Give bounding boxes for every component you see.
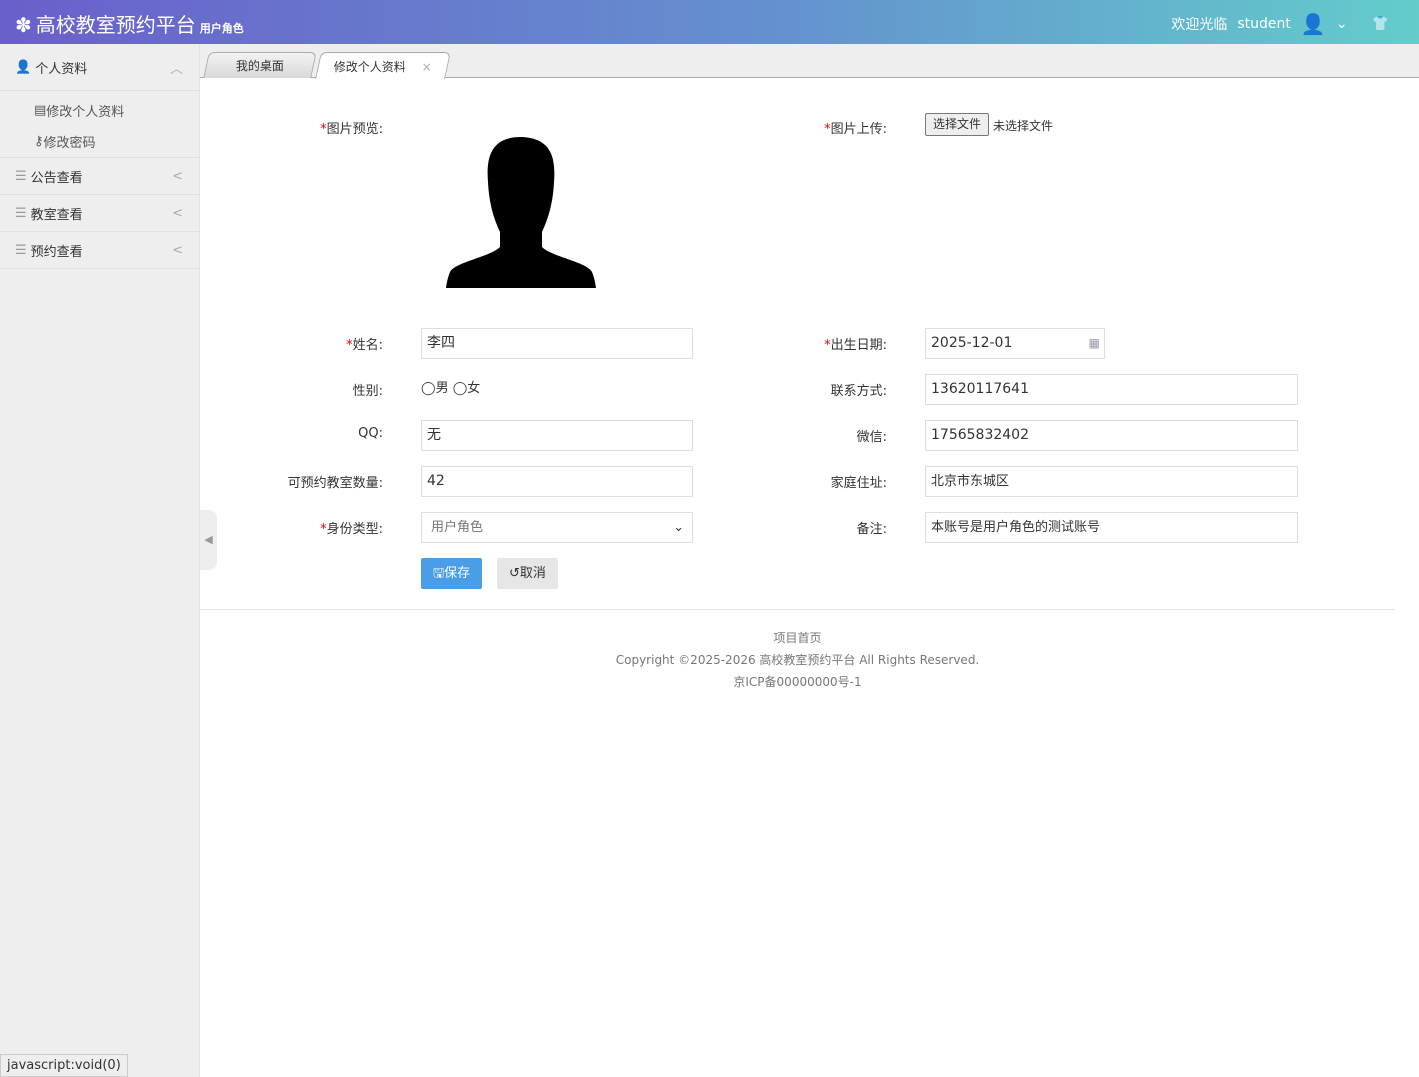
birth-label: *出生日期: [824,338,887,353]
shirt-icon[interactable]: 👕 [1372,16,1389,32]
wechat-label: 微信: [856,430,887,445]
sidebar: 👤 个人资料 ︿ ▤ 修改个人资料 ⚷ 修改密码 ☰ 公告查看 < ☰ 教室查看 < ☰ 预约查看… [0,44,200,1077]
edit-icon: ▤ [34,102,47,118]
gender-label: 性别: [352,384,383,399]
tab-desktop[interactable]: 我的桌面 [203,52,317,78]
tab-edit-profile[interactable]: 修改个人资料 × [315,52,451,79]
gear-icon: ✽ [15,13,32,37]
save-icon: 🖫 [433,566,445,581]
key-icon: ⚷ [34,134,44,149]
chevron-left-icon: < [172,205,183,221]
chevron-down-icon[interactable]: ⌄ [1336,16,1348,32]
count-label: 可预约教室数量: [287,476,383,491]
avatar-icon[interactable]: 👤 [1301,12,1326,36]
status-bar: javascript:void(0) [0,1054,128,1077]
male-radio[interactable]: ◯ [421,381,436,396]
address-input[interactable]: 北京市东城区 [925,466,1298,497]
avatar-placeholder [446,137,596,288]
address-label: 家庭住址: [830,476,887,491]
note-label: 备注: [856,522,887,537]
divider [200,609,1395,610]
menu-icon: ☰ [15,205,27,221]
name-input[interactable]: 李四 [421,328,693,359]
chevron-up-icon: ︿ [169,61,183,77]
top-bar: ✽ 高校教室预约平台 用户角色 欢迎光临 student 👤 ⌄ 👕 [0,0,1419,44]
wechat-input[interactable]: 17565832402 [925,420,1298,451]
save-button[interactable]: 🖫保存 [421,558,483,589]
username: student [1237,16,1291,32]
photo-label: *图片预览: [320,122,383,137]
sidebar-group-notice[interactable]: ☰ 公告查看 < [0,158,199,195]
footer-copyright: Copyright ©2025-2026 高校教室预约平台 All Rights… [615,653,980,667]
sidebar-toggle[interactable]: ◀ [200,510,217,570]
no-file-text: 未选择文件 [993,119,1054,133]
sidebar-group-profile[interactable]: 👤 个人资料 ︿ [0,44,199,91]
chevron-down-icon: ⌄ [673,520,684,535]
female-radio[interactable]: ◯ [453,381,468,396]
menu-icon: ☰ [15,242,27,258]
birth-date-input[interactable]: 2025-12-01 ▦ [925,328,1105,359]
tab-bar: 我的桌面 修改个人资料 × [200,44,1419,79]
note-input[interactable]: 本账号是用户角色的测试账号 [925,512,1298,543]
phone-input[interactable]: 13620117641 [925,374,1298,405]
upload-label: *图片上传: [824,122,887,137]
calendar-icon[interactable]: ▦ [1089,329,1100,358]
name-label: *姓名: [346,338,383,353]
logo: ✽ 高校教室预约平台 用户角色 [15,13,244,37]
menu-icon: ☰ [15,168,27,184]
type-select[interactable]: 用户角色 ⌄ [421,512,693,543]
footer-home-link[interactable]: 项目首页 [200,629,1395,646]
chevron-left-icon: < [172,242,183,258]
qq-label: QQ: [358,426,383,441]
choose-file-button[interactable]: 选择文件 [925,113,990,136]
gender-radio-group: ◯男 ◯女 [421,381,481,396]
close-icon[interactable]: × [422,60,432,74]
qq-input[interactable]: 无 [421,420,693,451]
count-input[interactable]: 42 [421,466,693,497]
sidebar-item-password[interactable]: ⚷ 修改密码 [0,126,199,158]
user-icon: 👤 [15,59,32,75]
chevron-left-icon: < [172,168,183,184]
footer-icp: 京ICP备00000000号-1 [733,675,862,689]
type-label: *身份类型: [320,522,383,537]
sidebar-group-classroom[interactable]: ☰ 教室查看 < [0,195,199,232]
phone-label: 联系方式: [830,384,887,399]
welcome-text: 欢迎光临 [1171,17,1228,33]
cancel-button[interactable]: ↺取消 [497,558,558,589]
undo-icon: ↺ [509,566,520,581]
sidebar-item-edit-profile[interactable]: ▤ 修改个人资料 [0,94,199,126]
sidebar-group-booking[interactable]: ☰ 预约查看 < [0,232,199,269]
